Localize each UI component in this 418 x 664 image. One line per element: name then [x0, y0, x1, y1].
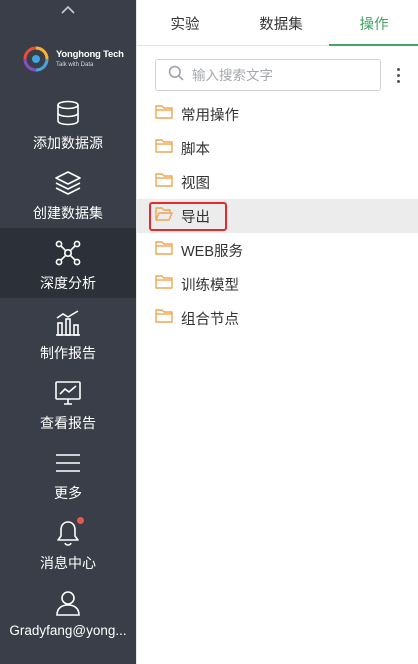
- sidebar-item-label: 查看报告: [40, 415, 96, 431]
- tab-bar: 实验 数据集 操作: [137, 0, 418, 46]
- tab-operations[interactable]: 操作: [329, 0, 418, 46]
- sidebar-item-label: 消息中心: [40, 555, 96, 571]
- tree-folder-script[interactable]: 脚本: [137, 131, 418, 165]
- notification-dot: [77, 517, 84, 524]
- logo-tagline: Talk with Data: [56, 61, 94, 68]
- sidebar-item-message-center[interactable]: 消息中心: [0, 508, 136, 578]
- folder-icon: [155, 308, 173, 328]
- tab-experiment[interactable]: 实验: [137, 0, 233, 46]
- folder-icon: [155, 138, 173, 158]
- search-box: [155, 59, 381, 91]
- tree-item-label: 导出: [181, 209, 210, 226]
- more-options-button[interactable]: [391, 62, 405, 88]
- sidebar-item-create-dataset[interactable]: 创建数据集: [0, 158, 136, 228]
- folder-icon: [155, 104, 173, 124]
- sidebar-item-add-datasource[interactable]: 添加数据源: [0, 88, 136, 158]
- bar-chart-icon: [53, 308, 83, 338]
- tree-item-label: 组合节点: [181, 311, 239, 328]
- sidebar-item-label: Gradyfang@yong...: [9, 623, 127, 638]
- layers-icon: [53, 168, 83, 198]
- sidebar-item-label: 深度分析: [40, 275, 96, 291]
- sidebar-item-view-report[interactable]: 查看报告: [0, 368, 136, 438]
- sidebar-item-label: 添加数据源: [33, 135, 103, 151]
- sidebar-item-more[interactable]: 更多: [0, 438, 136, 508]
- tab-dataset[interactable]: 数据集: [233, 0, 329, 46]
- yonghong-logo-icon: [22, 45, 50, 73]
- folder-icon: [155, 274, 173, 294]
- tree-folder-web-service[interactable]: WEB服务: [137, 233, 418, 267]
- tree-item-label: 常用操作: [181, 107, 239, 124]
- sidebar-item-deep-analysis[interactable]: 深度分析: [0, 228, 136, 298]
- tree-folder-export[interactable]: 导出: [137, 199, 418, 233]
- more-vertical-icon: [396, 67, 400, 71]
- tree-folder-combined-node[interactable]: 组合节点: [137, 301, 418, 335]
- search-icon: [168, 65, 184, 86]
- tree-folder-view[interactable]: 视图: [137, 165, 418, 199]
- folder-icon: [155, 172, 173, 192]
- database-icon: [53, 98, 83, 128]
- folder-open-icon: [155, 206, 173, 226]
- operations-panel: 实验 数据集 操作 常用操作 脚本 视图 导出 WEB服务: [136, 0, 418, 664]
- tree-item-label: 脚本: [181, 141, 210, 158]
- tree-item-label: 视图: [181, 175, 210, 192]
- tree-item-label: 训练模型: [181, 277, 239, 294]
- tree-item-label: WEB服务: [181, 243, 244, 260]
- monitor-chart-icon: [53, 378, 83, 408]
- tree-folder-train-model[interactable]: 训练模型: [137, 267, 418, 301]
- logo: Yonghong Tech Talk with Data: [0, 34, 136, 84]
- folder-icon: [155, 240, 173, 260]
- sidebar-item-label: 创建数据集: [33, 205, 103, 221]
- logo-name: Yonghong Tech: [56, 49, 124, 61]
- user-icon: [53, 588, 83, 618]
- active-tab-indicator: [329, 44, 418, 46]
- menu-icon: [53, 448, 83, 478]
- sidebar-item-user[interactable]: Gradyfang@yong...: [0, 578, 136, 648]
- sidebar-item-make-report[interactable]: 制作报告: [0, 298, 136, 368]
- chevron-up-icon: [60, 2, 76, 20]
- tree-folder-common-operations[interactable]: 常用操作: [137, 97, 418, 131]
- sidebar: Yonghong Tech Talk with Data 添加数据源 创建数据集: [0, 0, 136, 664]
- sidebar-item-label: 更多: [54, 485, 82, 501]
- search-input[interactable]: [192, 67, 372, 83]
- network-icon: [53, 238, 83, 268]
- collapse-button[interactable]: [0, 0, 136, 22]
- bell-icon: [53, 517, 84, 548]
- sidebar-item-label: 制作报告: [40, 345, 96, 361]
